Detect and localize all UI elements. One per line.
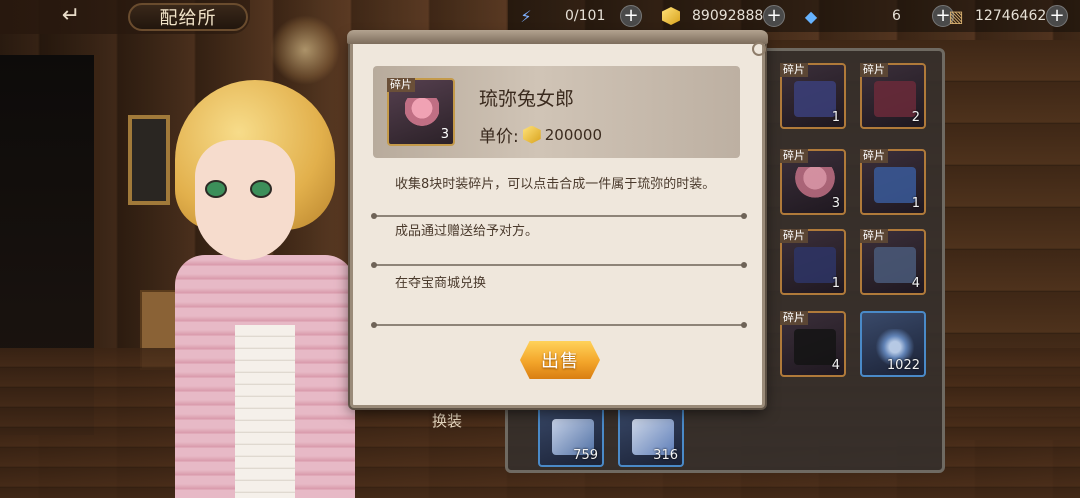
item-count: 759 bbox=[573, 448, 598, 463]
inventory-slot[interactable]: 碎片 4 bbox=[780, 311, 846, 377]
item-art bbox=[874, 167, 916, 203]
modal-top-rim bbox=[347, 30, 768, 44]
character-eye-left bbox=[205, 180, 227, 198]
fragment-tag: 碎片 bbox=[860, 149, 888, 163]
divider bbox=[371, 262, 747, 268]
inventory-slot[interactable]: 759 bbox=[538, 401, 604, 467]
character-face bbox=[195, 140, 295, 260]
item-count: 2 bbox=[911, 110, 920, 125]
back-arrow-icon: ↵ bbox=[61, 2, 81, 28]
item-art bbox=[874, 247, 916, 283]
inventory-slot[interactable]: 碎片 3 bbox=[780, 149, 846, 215]
wall-mirror bbox=[128, 115, 170, 205]
item-art bbox=[794, 247, 836, 283]
description-text: 收集8块时装碎片，可以点击合成一件属于琉弥的时装。 bbox=[395, 177, 716, 192]
character-portrait bbox=[165, 80, 365, 498]
item-art bbox=[794, 329, 836, 365]
item-count: 3 bbox=[440, 127, 449, 142]
item-art bbox=[794, 167, 836, 203]
add-ticket-button[interactable]: + bbox=[1046, 5, 1068, 27]
add-gold-button[interactable]: + bbox=[763, 5, 785, 27]
price-value: 200000 bbox=[544, 125, 602, 144]
back-button[interactable]: ↵ bbox=[48, 2, 94, 28]
fragment-tag: 碎片 bbox=[780, 149, 808, 163]
item-count: 1022 bbox=[886, 358, 920, 373]
add-energy-button[interactable]: + bbox=[620, 5, 642, 27]
ticket-value: 12746462 bbox=[975, 8, 1047, 24]
divider bbox=[371, 322, 747, 328]
gold-value: 89092888 bbox=[692, 8, 764, 24]
crystal-value: 6 bbox=[892, 8, 901, 24]
inventory-slot[interactable]: 碎片 2 bbox=[860, 63, 926, 129]
fragment-tag: 碎片 bbox=[860, 229, 888, 243]
item-count: 1 bbox=[911, 196, 920, 211]
item-card: 碎片 3 琉弥兔女郎 单价: 200000 bbox=[373, 66, 740, 158]
change-outfit-label[interactable]: 换装 bbox=[432, 410, 462, 431]
fragment-tag: 碎片 bbox=[780, 311, 808, 325]
energy-resource: ⚡ 0/101 bbox=[515, 4, 605, 28]
divider bbox=[371, 213, 747, 219]
item-count: 4 bbox=[911, 276, 920, 291]
price-row: 单价: 200000 bbox=[479, 122, 602, 147]
inventory-slot[interactable]: 碎片 1 bbox=[860, 149, 926, 215]
inventory-slot[interactable]: 碎片 1 bbox=[780, 229, 846, 295]
fragment-tag: 碎片 bbox=[780, 229, 808, 243]
source-description: 在夺宝商城兑换 bbox=[395, 276, 487, 291]
gold-coin-icon bbox=[522, 125, 541, 144]
gift-description: 成品通过赠送给予对方。 bbox=[395, 224, 539, 239]
ornament-icon bbox=[752, 42, 766, 56]
ticket-icon: ▧ bbox=[948, 6, 964, 26]
fragment-tag: 碎片 bbox=[387, 78, 415, 92]
item-count: 316 bbox=[653, 448, 678, 463]
ceiling-lamp bbox=[270, 15, 340, 85]
item-count: 1 bbox=[831, 110, 840, 125]
item-art bbox=[794, 81, 836, 117]
fragment-tag: 碎片 bbox=[780, 63, 808, 77]
energy-value: 0/101 bbox=[565, 8, 606, 24]
blue-crystal-icon: ◆ bbox=[804, 6, 818, 26]
item-icon: 碎片 3 bbox=[387, 78, 455, 146]
item-art bbox=[874, 81, 916, 117]
crystal-resource: ◆ 6 bbox=[800, 4, 901, 28]
gold-coin-icon bbox=[660, 5, 682, 27]
ticket-resource: ▧ 12746462 bbox=[945, 4, 1046, 28]
character-frill bbox=[235, 325, 295, 498]
price-label: 单价: bbox=[479, 127, 519, 147]
character-eye-right bbox=[250, 180, 272, 198]
page-title: 配给所 bbox=[128, 3, 248, 31]
item-detail-modal: 碎片 3 琉弥兔女郎 单价: 200000 收集8块时装碎片，可以点击合成一件属… bbox=[347, 30, 768, 408]
sell-button[interactable]: 出售 bbox=[520, 341, 600, 379]
item-count: 4 bbox=[831, 358, 840, 373]
inventory-slot[interactable]: 碎片 1 bbox=[780, 63, 846, 129]
inventory-slot[interactable]: 1022 bbox=[860, 311, 926, 377]
item-count: 1 bbox=[831, 276, 840, 291]
gold-resource: 89092888 bbox=[660, 4, 763, 28]
item-count: 3 bbox=[831, 196, 840, 211]
bunny-outfit-icon bbox=[405, 98, 439, 132]
inventory-slot[interactable]: 碎片 4 bbox=[860, 229, 926, 295]
inventory-slot[interactable]: 316 bbox=[618, 401, 684, 467]
item-name: 琉弥兔女郎 bbox=[479, 88, 575, 110]
lightning-icon: ⚡ bbox=[520, 6, 532, 26]
fragment-tag: 碎片 bbox=[860, 63, 888, 77]
